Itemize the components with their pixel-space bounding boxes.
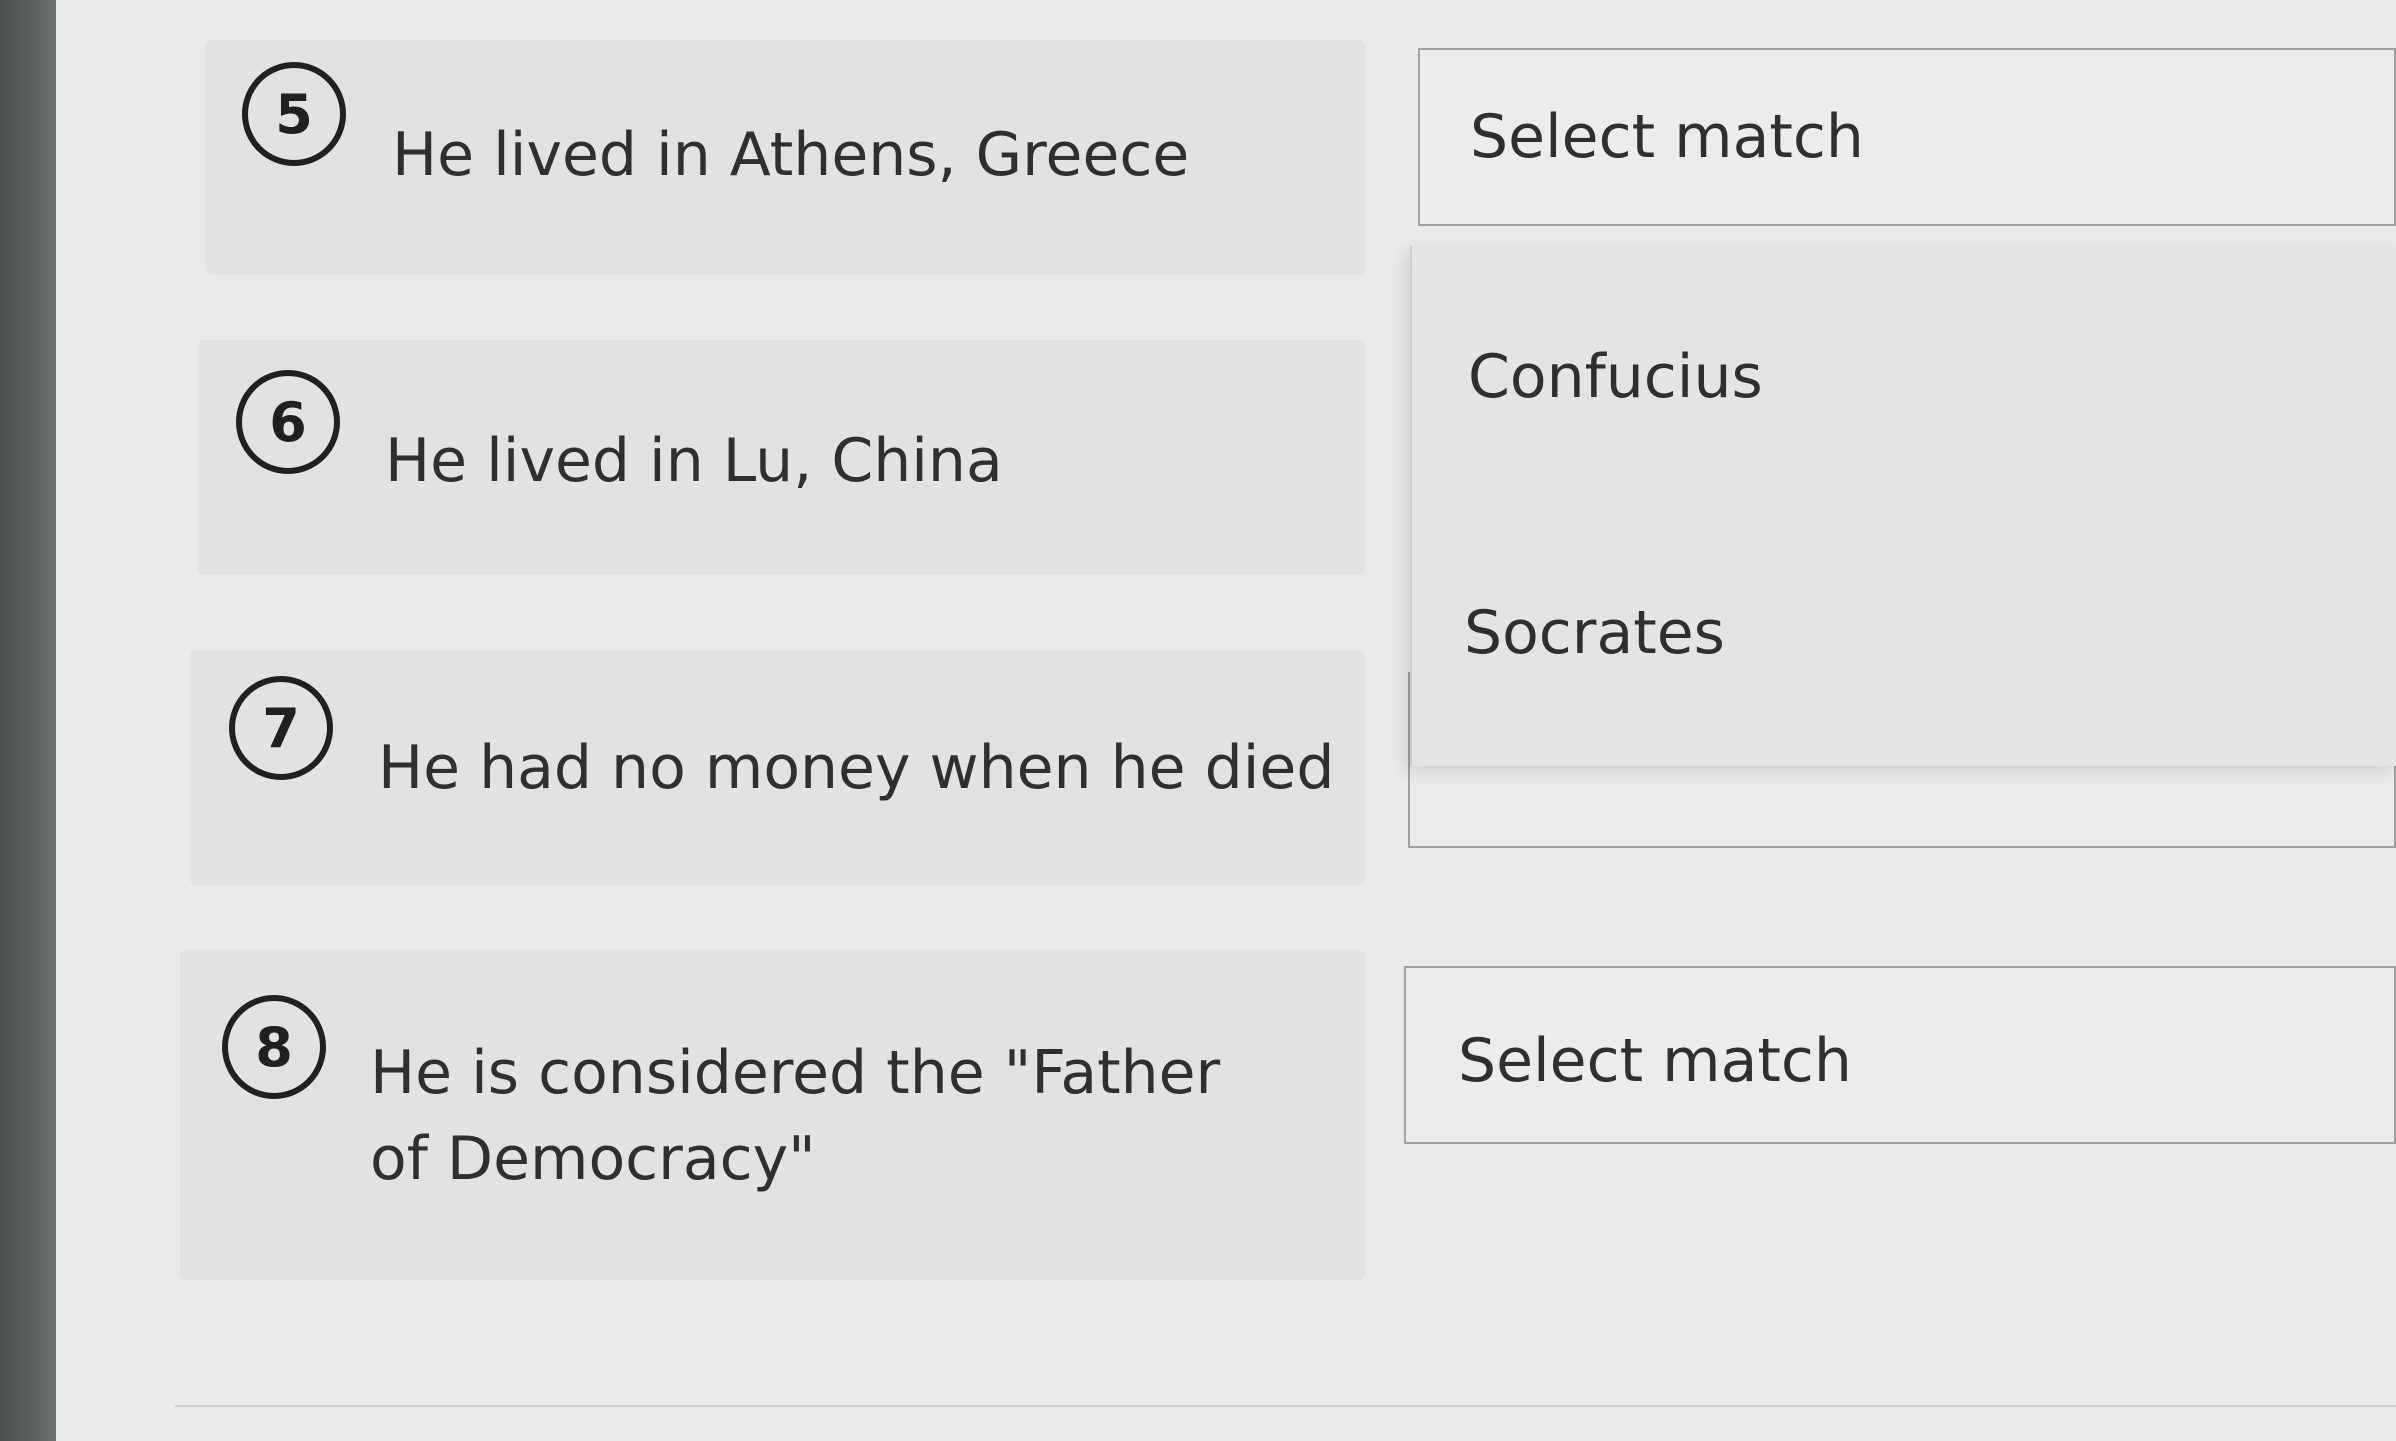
match-select-8-label: Select match [1458,1026,1852,1096]
match-select-8[interactable]: Select match [1404,966,2396,1144]
dropdown-option-confucius[interactable]: Confucius [1468,342,1763,412]
match-select-5[interactable]: Select match [1418,48,2396,226]
bottom-divider [175,1405,2396,1407]
match-dropdown-menu: Confucius Socrates [1410,246,2396,766]
question-number-8: 8 [222,995,326,1099]
question-number-7: 7 [229,676,333,780]
question-number-6: 6 [236,370,340,474]
question-prompt-6: He lived in Lu, China [385,426,1003,496]
question-prompt-8: He is considered the "Father of Democrac… [370,1038,1221,1194]
dropdown-option-socrates[interactable]: Socrates [1464,598,1725,668]
question-prompt-7: He had no money when he died [378,733,1335,803]
screen-bezel [0,0,56,1441]
match-select-5-label: Select match [1470,102,1864,172]
question-prompt-5: He lived in Athens, Greece [392,120,1190,190]
question-number-5: 5 [242,62,346,166]
